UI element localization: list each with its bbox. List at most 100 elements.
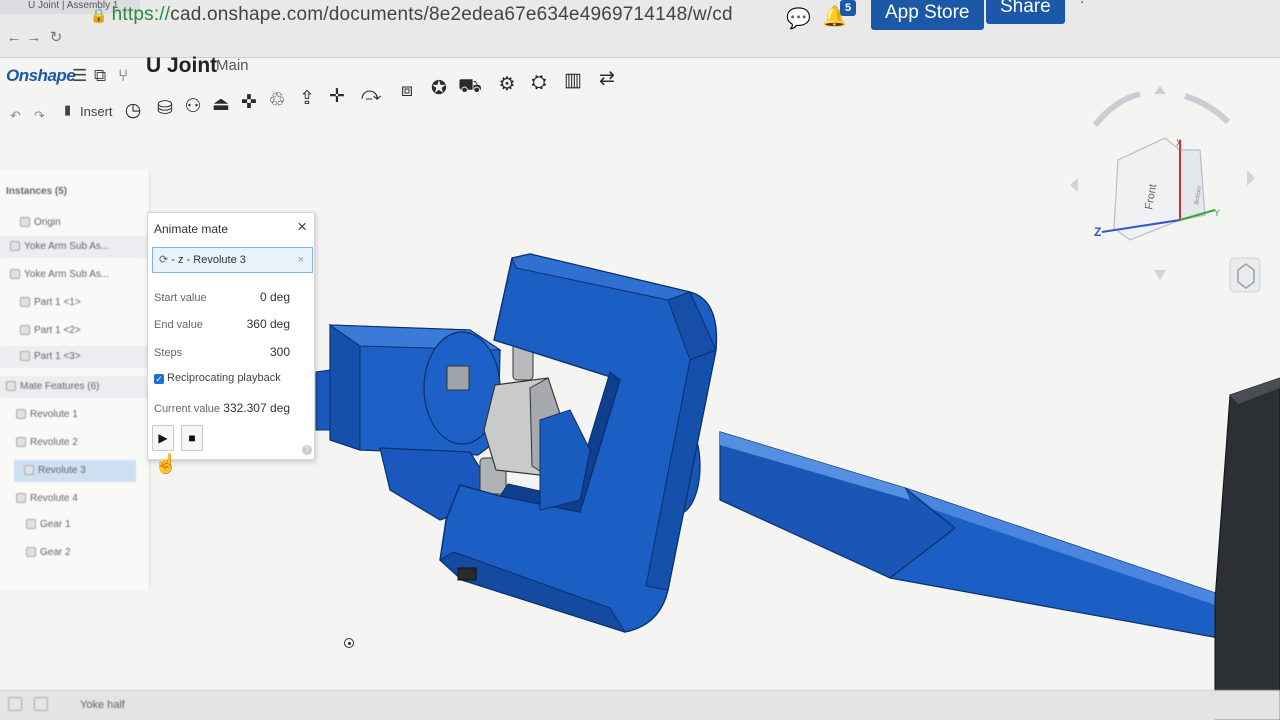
rack-pinion-icon[interactable]: ▥ [562, 70, 584, 92]
tree-item-revolute[interactable]: Revolute 1 [0, 404, 148, 426]
shaft[interactable] [655, 417, 1231, 641]
arrow-right-icon [1247, 170, 1255, 186]
back-icon[interactable]: ← [6, 30, 22, 46]
tab-list-icon[interactable] [34, 697, 48, 711]
tree-item-label: Revolute 4 [30, 493, 78, 504]
current-value-label: Current value [154, 403, 221, 415]
revolute-icon: ⟳ [159, 254, 172, 266]
tree-item-label: Revolute 3 [38, 465, 86, 476]
reload-icon[interactable]: ↻ [48, 30, 64, 46]
url-text: cad.onshape.com/documents/8e2edea67e634e… [170, 4, 733, 25]
clear-selection-icon[interactable]: × [298, 248, 304, 272]
comments-icon[interactable]: 💬 [786, 6, 811, 31]
subassembly-icon [10, 241, 20, 252]
planar-mate-icon[interactable]: ♲ [266, 90, 288, 112]
redo-icon[interactable]: ↷ [34, 108, 45, 124]
branch-icon[interactable]: ⑂ [118, 66, 128, 86]
address-bar[interactable]: 🔒 https://cad.onshape.com/documents/8e2ed… [90, 4, 733, 26]
origin-icon [20, 217, 30, 228]
mate-selection-value: - z - Revolute 3 [171, 254, 246, 266]
rotate-right-icon [1184, 93, 1231, 125]
play-button[interactable]: ▶ [152, 425, 174, 451]
tree-item-label: Gear 2 [40, 547, 71, 558]
reciprocating-label: Reciprocating playback [167, 372, 281, 384]
add-tab-icon[interactable] [8, 697, 22, 711]
current-value: 332.307 deg [223, 401, 290, 415]
axis-x-label: X [1176, 138, 1182, 148]
replicate-icon[interactable]: ⛟ [458, 76, 482, 98]
gear-relation-icon[interactable]: ⛭ [528, 72, 550, 94]
undo-icon[interactable]: ↶ [10, 108, 21, 124]
mate-connector-icon[interactable]: ⛁ [154, 98, 176, 120]
tree-item-mate-features[interactable]: Mate Features (6) [0, 376, 148, 398]
help-icon[interactable]: ? [302, 445, 312, 455]
part-icon [20, 297, 30, 308]
slider-mate-icon[interactable]: ✜ [238, 92, 260, 114]
tree-item-subassembly[interactable]: Yoke Arm Sub As... [0, 236, 148, 258]
revolute-icon [24, 465, 34, 476]
tree-item-revolute[interactable]: Revolute 2 [0, 432, 148, 454]
tree-item-gear[interactable]: Gear 1 [0, 514, 148, 536]
cylindrical-mate-icon[interactable]: ⇪ [296, 88, 318, 110]
housing-block[interactable] [1214, 377, 1280, 720]
tree-item-label: Gear 1 [40, 519, 71, 530]
fastened-mate-icon[interactable]: ⚇ [182, 96, 204, 118]
steps-input[interactable]: 300 [270, 345, 290, 359]
arrow-up-icon [1154, 86, 1166, 94]
menu-icon[interactable]: ☰ [72, 66, 87, 86]
insert-icon[interactable]: ▮ [64, 102, 71, 118]
revolute-icon [16, 437, 26, 448]
tree-item-revolute[interactable]: Revolute 4 [0, 488, 148, 510]
tree-item-gear[interactable]: Gear 2 [0, 542, 148, 564]
tree-item-label: Yoke Arm Sub As... [24, 269, 110, 280]
rotate-left-icon [1092, 91, 1141, 127]
tree-item-part[interactable]: Part 1 <2> [0, 320, 148, 342]
help-icon[interactable]: ? [1078, 0, 1087, 8]
part-icon [20, 351, 30, 362]
mate-selection-field[interactable]: ⟳ - z - Revolute 3 × [152, 247, 313, 273]
tree-item-label: Revolute 2 [30, 437, 78, 448]
end-value-label: End value [154, 319, 203, 331]
versions-icon[interactable]: ⧉ [94, 66, 106, 86]
browser-bar: U Joint | Assembly 1 ← → ↻ 🔒 https://cad.… [0, 0, 1280, 58]
tree-item-origin[interactable]: Origin [0, 212, 148, 234]
end-value-input[interactable]: 360 deg [247, 317, 290, 331]
subassembly-icon [10, 269, 20, 280]
share-button[interactable]: Share [986, 0, 1065, 24]
screw-relation-icon[interactable]: ⇄ [596, 68, 618, 90]
axis-y-label: Y [1214, 208, 1220, 218]
part-icon [20, 325, 30, 336]
close-icon[interactable]: × [297, 217, 307, 237]
revolute-icon [16, 493, 26, 504]
reciprocating-checkbox[interactable]: ✓ [154, 374, 164, 384]
dialog-title: Animate mate [154, 222, 229, 236]
lock-icon: 🔒 [90, 7, 108, 23]
origin-marker-icon [344, 638, 354, 648]
tree-item-label: Part 1 <2> [34, 325, 81, 336]
url-protocol: https:// [111, 4, 171, 25]
tree-item-label: Part 1 <1> [34, 297, 81, 308]
group-icon[interactable]: ⧈ [396, 80, 418, 102]
view-cube[interactable]: Front Bottom Z X Y [1070, 80, 1280, 300]
gear-icon [26, 519, 36, 530]
onshape-logo[interactable]: Onshape [6, 66, 76, 86]
app-store-button[interactable]: App Store [871, 0, 984, 30]
tree-item-subassembly[interactable]: Yoke Arm Sub As... [0, 264, 148, 286]
revolute-mate-icon[interactable]: ⏏ [210, 94, 232, 116]
start-value-input[interactable]: 0 deg [260, 290, 290, 304]
tab-yoke-half[interactable]: Yoke half [80, 699, 125, 711]
forward-icon[interactable]: → [26, 30, 42, 46]
history-icon[interactable]: ◷ [122, 100, 144, 122]
branch-name[interactable]: Main [216, 57, 249, 74]
pin-slot-mate-icon[interactable]: ✛ [326, 86, 348, 108]
tree-item-revolute-selected[interactable]: Revolute 3 [14, 460, 136, 482]
ball-mate-icon[interactable]: ⤼ [360, 84, 382, 106]
mate-relation-icon[interactable]: ✪ [428, 78, 450, 100]
stop-button[interactable]: ■ [181, 425, 203, 451]
gear-icon [26, 547, 36, 558]
tree-item-part[interactable]: Part 1 <3> [0, 346, 148, 368]
tree-item-part[interactable]: Part 1 <1> [0, 292, 148, 314]
insert-button[interactable]: Insert [80, 104, 113, 119]
explode-icon[interactable]: ⚙ [496, 74, 518, 96]
start-value-label: Start value [154, 292, 207, 304]
